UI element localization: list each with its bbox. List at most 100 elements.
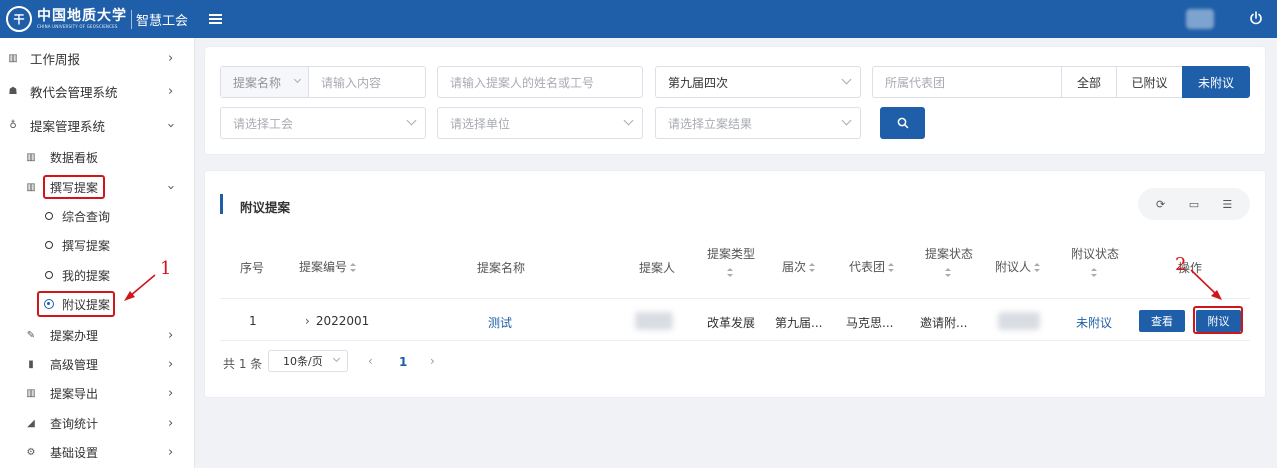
annotation-number-2: 2	[1175, 254, 1187, 275]
highlight-box-write-proposal	[43, 175, 105, 199]
sort-icon[interactable]	[726, 268, 734, 277]
proposer-input[interactable]: 请输入提案人的姓名或工号	[437, 66, 643, 98]
table-toolbar: ⟳ ▭ ☰	[1138, 188, 1250, 220]
header-type[interactable]: 提案类型	[707, 245, 755, 277]
power-icon[interactable]	[1249, 11, 1263, 25]
book-icon: ▥	[26, 387, 36, 399]
edit-icon: ✎	[26, 329, 36, 341]
header-second-status[interactable]: 附议状态	[1071, 245, 1119, 277]
logo: 干 中国地质大学 CHINA UNIVERSITY OF GEOSCIENCES…	[0, 6, 195, 32]
cell-second-status: 未附议	[1076, 316, 1113, 330]
union-select[interactable]: 请选择工会	[220, 107, 426, 139]
header-session[interactable]: 届次	[782, 258, 816, 275]
chevron-right-icon: ›	[168, 356, 174, 372]
sidebar-item-proposal-handling[interactable]: ✎ 提案办理 ›	[0, 320, 194, 350]
header-status[interactable]: 提案状态	[925, 245, 973, 277]
sidebar-item-advanced-management[interactable]: ▮ 高级管理 ›	[0, 349, 194, 379]
prev-page-icon[interactable]: ‹	[368, 354, 373, 368]
menu-toggle-icon[interactable]	[209, 14, 222, 24]
search-icon	[897, 117, 908, 129]
table-panel	[204, 170, 1266, 398]
search-button[interactable]	[880, 107, 925, 139]
bar-chart-icon: ▥	[26, 151, 36, 163]
chevron-right-icon: ›	[168, 444, 174, 460]
row-divider	[220, 340, 1250, 341]
sort-icon[interactable]	[1034, 263, 1041, 272]
proposer-redacted	[635, 312, 673, 330]
university-seal-icon: 干	[6, 6, 32, 32]
highlight-box-second-button	[1193, 306, 1243, 334]
next-page-icon[interactable]: ›	[430, 354, 435, 368]
header-delegation[interactable]: 代表团	[849, 258, 895, 275]
sidebar-item-query-statistics[interactable]: ◢ 查询统计 ›	[0, 408, 194, 438]
radio-icon	[45, 241, 53, 249]
proposal-name-input[interactable]: 提案名称 请输入内容	[220, 66, 426, 98]
chevron-right-icon: ›	[168, 327, 174, 343]
app-name: 智慧工会	[131, 9, 188, 29]
unit-select[interactable]: 请选择单位	[437, 107, 643, 139]
cell-type: 改革发展	[707, 316, 756, 330]
sidebar-item-write-proposal[interactable]: 撰写提案	[0, 230, 194, 260]
annotation-number-1: 1	[160, 258, 172, 279]
header-proposer: 提案人	[639, 261, 676, 275]
cell-status: 邀请附...	[920, 316, 968, 330]
trash-icon: ▮	[28, 358, 34, 370]
seconder-redacted	[998, 312, 1040, 330]
logo-chinese-name: 中国地质大学	[37, 8, 127, 24]
sidebar-item-proposal-system[interactable]: ♁ 提案管理系统 ›	[0, 110, 194, 140]
delegation-input[interactable]: 所属代表团	[872, 66, 1062, 98]
cell-delegation: 马克思...	[846, 316, 894, 330]
chevron-right-icon: ›	[168, 50, 174, 66]
sidebar-item-proposal-export[interactable]: ▥ 提案导出 ›	[0, 378, 194, 408]
density-icon[interactable]: ▭	[1183, 193, 1205, 215]
cell-index: 1	[249, 314, 257, 328]
sidebar-item-basic-settings[interactable]: ⚙ 基础设置 ›	[0, 437, 194, 467]
sidebar-item-weekly-report[interactable]: ▥ 工作周报 ›	[0, 43, 194, 73]
table-title: 附议提案	[240, 200, 291, 215]
radio-icon	[45, 271, 53, 279]
column-settings-icon[interactable]: ☰	[1216, 193, 1238, 215]
users-icon: ☗	[8, 85, 18, 97]
chevron-down-icon	[623, 115, 634, 126]
chevron-down-icon	[841, 74, 852, 85]
segment-all[interactable]: 全部	[1061, 66, 1117, 98]
chevron-down-icon	[406, 115, 417, 126]
session-select[interactable]: 第九届四次	[655, 66, 861, 98]
segment-not-seconded[interactable]: 未附议	[1182, 66, 1250, 98]
chevron-down-icon	[332, 354, 341, 363]
title-accent-bar	[220, 194, 223, 214]
result-select[interactable]: 请选择立案结果	[655, 107, 861, 139]
refresh-icon[interactable]: ⟳	[1150, 193, 1172, 215]
sort-icon[interactable]	[1090, 268, 1098, 277]
chevron-right-icon: ›	[168, 385, 174, 401]
book-icon: ▥	[8, 52, 18, 64]
header-divider	[220, 298, 1250, 299]
chevron-right-icon: ›	[168, 415, 174, 431]
pagination-total: 共 1 条	[223, 357, 263, 371]
proposal-name-prefix-select[interactable]: 提案名称	[221, 67, 309, 97]
header-code[interactable]: 提案编号	[299, 258, 357, 275]
logo-english-name: CHINA UNIVERSITY OF GEOSCIENCES	[37, 24, 118, 29]
cell-proposal-name-link[interactable]: 测试	[488, 314, 512, 331]
header-seconder[interactable]: 附议人	[995, 258, 1041, 275]
current-page[interactable]: 1	[399, 355, 407, 369]
user-avatar[interactable]	[1186, 9, 1214, 29]
cell-session: 第九届...	[775, 316, 823, 330]
highlight-box-second-proposal	[37, 291, 115, 317]
sidebar-item-congress[interactable]: ☗ 教代会管理系统 ›	[0, 76, 194, 106]
view-button[interactable]: 查看	[1139, 310, 1185, 332]
segment-seconded[interactable]: 已附议	[1116, 66, 1183, 98]
sidebar-item-general-query[interactable]: 综合查询	[0, 201, 194, 231]
cell-code[interactable]: › 2022001	[305, 314, 369, 328]
sort-icon[interactable]	[350, 263, 357, 272]
sort-icon[interactable]	[809, 263, 816, 272]
chevron-down-icon: ›	[163, 184, 179, 190]
sort-icon[interactable]	[888, 263, 895, 272]
sidebar-item-dashboard[interactable]: ▥ 数据看板	[0, 142, 194, 172]
header-name: 提案名称	[477, 261, 526, 275]
sort-icon[interactable]	[944, 268, 952, 277]
bulb-icon: ♁	[9, 119, 17, 131]
top-header: 干 中国地质大学 CHINA UNIVERSITY OF GEOSCIENCES…	[0, 0, 1277, 38]
page-size-select[interactable]: 10条/页	[268, 350, 348, 372]
expand-chevron-icon[interactable]: ›	[305, 314, 310, 328]
